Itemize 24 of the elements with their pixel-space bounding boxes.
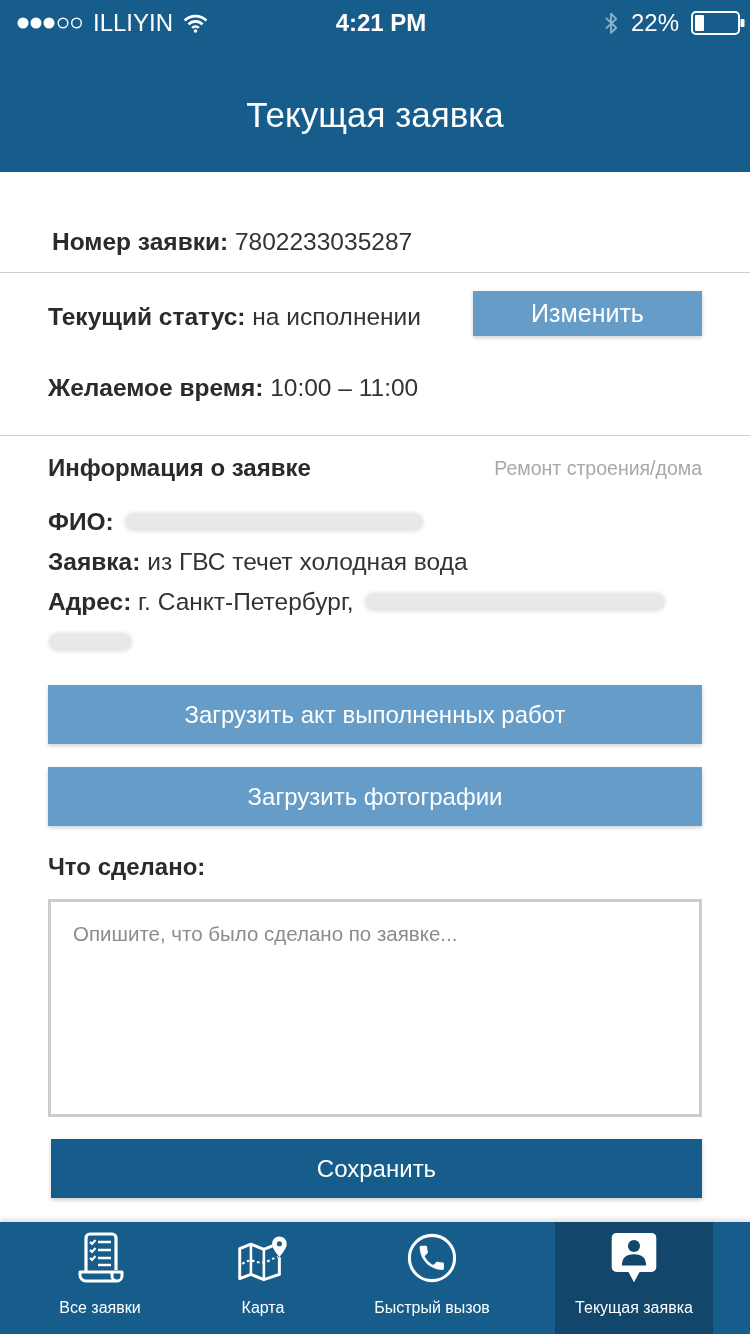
nav-tab[interactable]: Быстрый вызов (346, 1222, 518, 1334)
nav-tab[interactable]: Все заявки (20, 1222, 180, 1334)
nav-tab[interactable]: Карта (180, 1222, 346, 1334)
battery-percent: 22% (630, 9, 679, 37)
desired-time-text: Желаемое время: 10:00 – 11:00 (48, 373, 419, 403)
category-text: Ремонт строения/дома (494, 456, 702, 480)
info-title: Информация о заявке (48, 454, 311, 482)
status-time: 4:21 PM (335, 9, 427, 37)
description-field[interactable]: Опишите, что было сделано по заявке... (48, 899, 702, 1117)
signal-dots-icon (17, 17, 83, 29)
current-status-text: Текущий статус: на исполнении (48, 302, 421, 332)
work-done-label: Что сделано: (48, 852, 207, 882)
battery-icon (691, 11, 745, 35)
nav-tab[interactable]: Текущая заявка (555, 1222, 713, 1334)
info-field-text: ФИО: (48, 507, 114, 537)
user-bubble-icon (609, 1232, 659, 1284)
carrier-name: ILLIYIN (93, 9, 174, 37)
save-button[interactable]: Сохранить (51, 1139, 702, 1198)
header-title: Текущая заявка (246, 95, 504, 135)
order-number-text: Номер заявки: 7802233035287 (52, 228, 413, 255)
info-field-text: Адрес: г. Санкт-Петербург, (48, 587, 354, 617)
phone-icon (407, 1232, 457, 1284)
info-field-text: Заявка: из ГВС течет холодная вода (48, 547, 468, 577)
wifi-icon (183, 13, 209, 33)
